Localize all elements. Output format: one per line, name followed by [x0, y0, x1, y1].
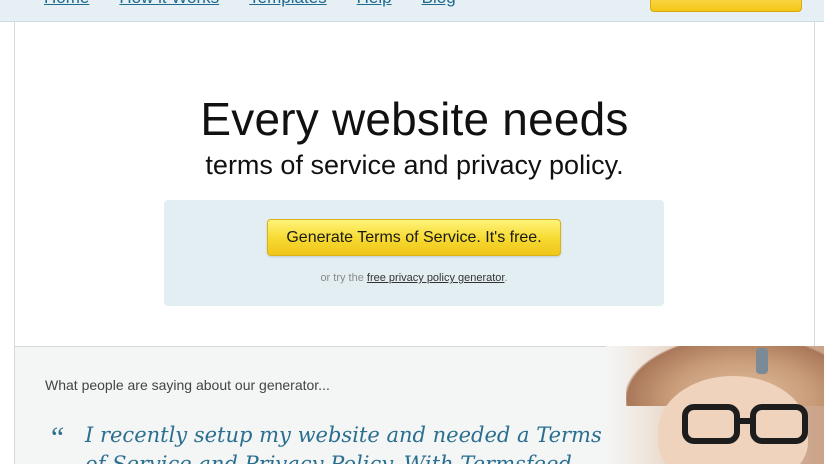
nav-link-how-it-works[interactable]: How it Works [119, 0, 219, 8]
nav-link-help[interactable]: Help [357, 0, 392, 8]
hair-clip-icon [756, 348, 768, 374]
cta-alternative-text: or try the free privacy policy generator… [164, 272, 664, 284]
glasses-left-lens [682, 404, 740, 444]
main-nav: Home How it Works Templates Help Blog [44, 0, 456, 8]
nav-link-blog[interactable]: Blog [422, 0, 456, 8]
testimonials-heading: What people are saying about our generat… [45, 377, 330, 393]
privacy-policy-generator-link[interactable]: free privacy policy generator [367, 272, 505, 284]
generate-terms-button[interactable]: Generate Terms of Service. It's free. [267, 219, 561, 256]
top-nav-bar: Home How it Works Templates Help Blog [0, 0, 824, 22]
nav-link-templates[interactable]: Templates [249, 0, 326, 8]
glasses-right-lens [750, 404, 808, 444]
testimonial-quote: I recently setup my website and needed a… [85, 423, 602, 464]
testimonial-photo [606, 346, 824, 464]
cta-alt-suffix: . [504, 272, 508, 284]
header-cta-button[interactable] [650, 0, 802, 12]
cta-box: Generate Terms of Service. It's free. or… [164, 200, 664, 306]
hero-subtitle: terms of service and privacy policy. [205, 150, 624, 180]
cta-alt-prefix: or try the [320, 272, 367, 284]
quote-mark-icon: “ [48, 421, 65, 454]
nav-link-home[interactable]: Home [44, 0, 89, 8]
hero-title: Every website needs [200, 93, 629, 145]
